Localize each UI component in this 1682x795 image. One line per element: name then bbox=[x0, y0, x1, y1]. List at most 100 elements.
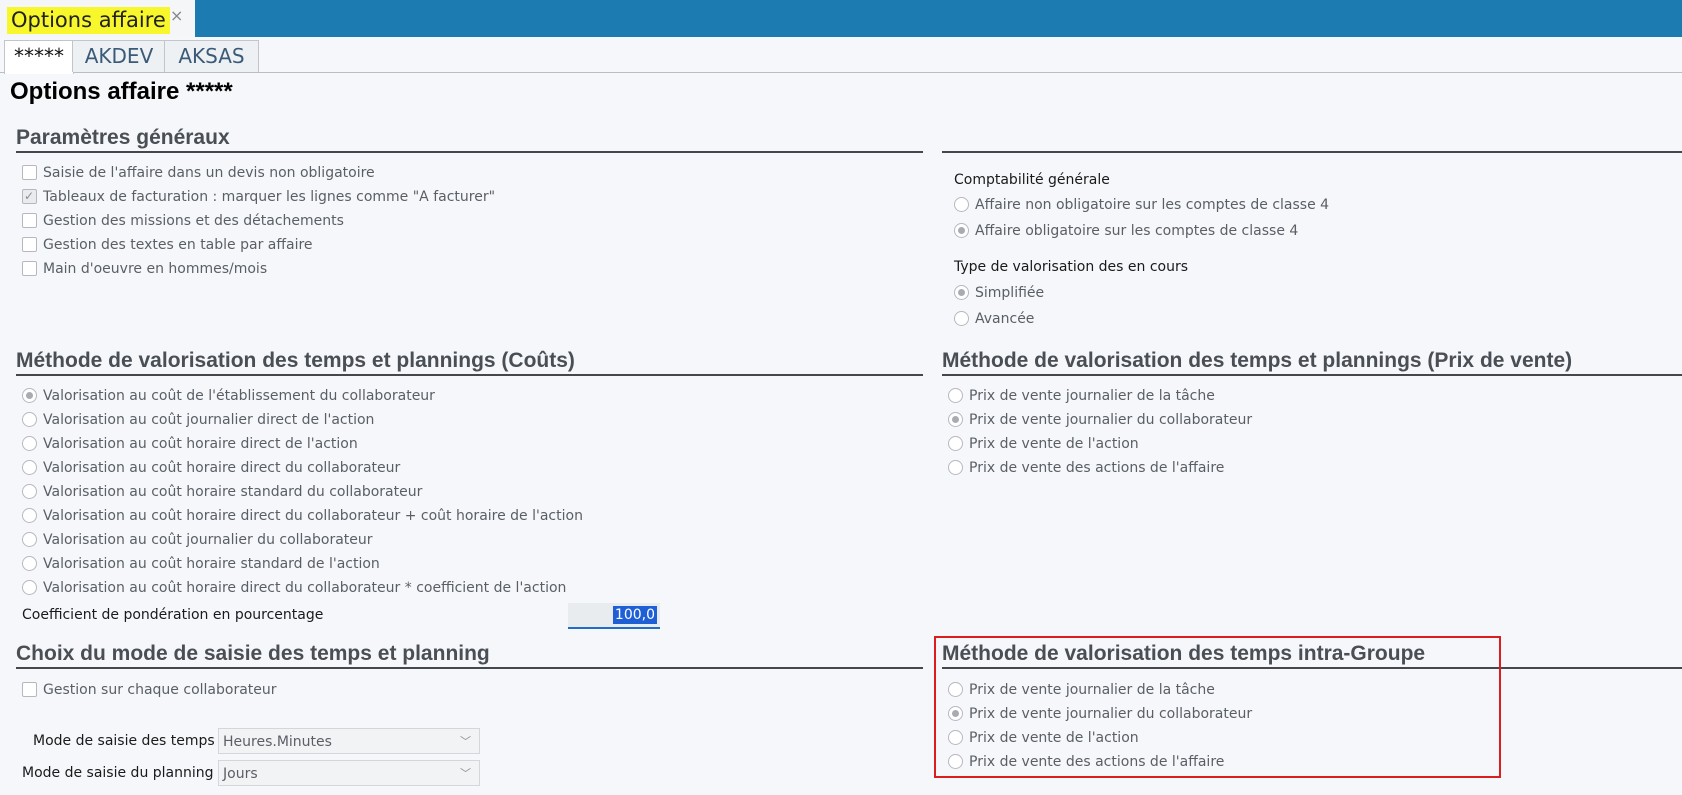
coefficient-label: Coefficient de pondération en pourcentag… bbox=[22, 607, 324, 623]
radio-row[interactable]: Simplifiée bbox=[954, 282, 1044, 304]
radio[interactable] bbox=[948, 435, 963, 451]
radio[interactable] bbox=[22, 483, 37, 499]
accounting-label: Comptabilité générale bbox=[954, 172, 1110, 188]
document-tab[interactable]: Options affaire × bbox=[0, 0, 195, 37]
radio-label: Avancée bbox=[975, 311, 1035, 327]
radio-selected[interactable] bbox=[948, 411, 963, 427]
radio-label: Prix de vente des actions de l'affaire bbox=[969, 460, 1225, 476]
checkbox-row[interactable]: Main d'oeuvre en hommes/mois bbox=[22, 258, 267, 280]
checkbox-label: Main d'oeuvre en hommes/mois bbox=[43, 261, 268, 277]
radio-label: Valorisation au coût horaire direct du c… bbox=[43, 460, 401, 476]
radio-selected[interactable] bbox=[22, 387, 37, 403]
section-divider bbox=[942, 151, 1682, 153]
section-title-sale-price: Méthode de valorisation des temps et pla… bbox=[942, 349, 1573, 372]
radio-row[interactable]: Prix de vente de l'action bbox=[948, 433, 1139, 455]
radio[interactable] bbox=[22, 531, 37, 547]
radio[interactable] bbox=[948, 459, 963, 475]
section-title-costs: Méthode de valorisation des temps et pla… bbox=[16, 349, 575, 372]
radio-row[interactable]: Avancée bbox=[954, 308, 1034, 330]
time-entry-select[interactable]: Heures.Minutes ﹀ bbox=[218, 728, 480, 754]
company-tabs: ***** AKDEV AKSAS bbox=[0, 38, 1682, 74]
document-tab-title[interactable]: Options affaire bbox=[7, 7, 170, 34]
radio-row[interactable]: Prix de vente des actions de l'affaire bbox=[948, 457, 1224, 479]
radio[interactable] bbox=[22, 555, 37, 571]
page-title: Options affaire ***** bbox=[10, 78, 233, 105]
chevron-down-icon: ﹀ bbox=[460, 735, 471, 748]
checkbox-row[interactable]: Gestion sur chaque collaborateur bbox=[22, 679, 277, 701]
radio[interactable] bbox=[954, 196, 969, 212]
title-bar bbox=[0, 0, 1682, 37]
radio-row[interactable]: Valorisation au coût horaire direct du c… bbox=[22, 457, 400, 479]
checkbox-row[interactable]: Saisie de l'affaire dans un devis non ob… bbox=[22, 162, 375, 184]
radio-row[interactable]: Prix de vente journalier de la tâche bbox=[948, 385, 1215, 407]
checkbox-label: Gestion des missions et des détachements bbox=[43, 213, 344, 229]
checkbox-label: Saisie de l'affaire dans un devis non ob… bbox=[43, 165, 375, 181]
radio-selected[interactable] bbox=[954, 222, 969, 238]
radio-row[interactable]: Valorisation au coût journalier du colla… bbox=[22, 529, 373, 551]
highlight-box bbox=[934, 636, 1501, 778]
wip-label: Type de valorisation des en cours bbox=[954, 259, 1189, 275]
radio-row[interactable]: Valorisation au coût horaire standard de… bbox=[22, 553, 380, 575]
checkbox-label: Tableaux de facturation : marquer les li… bbox=[43, 189, 496, 205]
radio-label: Valorisation au coût journalier direct d… bbox=[43, 412, 375, 428]
radio-label: Valorisation au coût horaire standard du… bbox=[43, 484, 423, 500]
radio-label: Prix de vente journalier de la tâche bbox=[969, 388, 1215, 404]
close-icon[interactable]: × bbox=[170, 6, 183, 25]
radio-label: Prix de vente journalier du collaborateu… bbox=[969, 412, 1253, 428]
checkbox-row[interactable]: Gestion des missions et des détachements bbox=[22, 210, 344, 232]
checkbox[interactable] bbox=[22, 212, 37, 228]
checkbox[interactable] bbox=[22, 164, 37, 180]
radio-row[interactable]: Prix de vente journalier du collaborateu… bbox=[948, 409, 1252, 431]
radio[interactable] bbox=[22, 507, 37, 523]
checkbox[interactable] bbox=[22, 236, 37, 252]
checkbox-row[interactable]: Tableaux de facturation : marquer les li… bbox=[22, 185, 496, 208]
radio-row[interactable]: Valorisation au coût horaire direct du c… bbox=[22, 577, 566, 599]
checkbox-row[interactable]: Gestion des textes en table par affaire bbox=[22, 234, 313, 256]
radio-row[interactable]: Valorisation au coût horaire standard du… bbox=[22, 481, 422, 503]
coefficient-input[interactable]: 100,0 bbox=[568, 603, 660, 629]
radio[interactable] bbox=[948, 387, 963, 403]
radio-label: Valorisation au coût horaire direct du c… bbox=[43, 580, 567, 596]
checkbox[interactable] bbox=[22, 260, 37, 276]
planning-entry-value: Jours bbox=[223, 766, 258, 782]
section-divider bbox=[16, 151, 923, 153]
radio-label: Valorisation au coût journalier du colla… bbox=[43, 532, 373, 548]
radio-selected[interactable] bbox=[954, 284, 969, 300]
chevron-down-icon: ﹀ bbox=[460, 767, 471, 780]
radio-row[interactable]: Valorisation au coût de l'établissement … bbox=[22, 385, 435, 407]
checkbox[interactable] bbox=[22, 681, 37, 697]
radio-row[interactable]: Valorisation au coût horaire direct du c… bbox=[22, 505, 583, 527]
coefficient-value: 100,0 bbox=[612, 606, 657, 624]
radio-row[interactable]: Affaire obligatoire sur les comptes de c… bbox=[954, 220, 1298, 242]
radio-label: Simplifiée bbox=[975, 285, 1045, 301]
radio-row[interactable]: Affaire non obligatoire sur les comptes … bbox=[954, 194, 1329, 216]
radio-label: Prix de vente de l'action bbox=[969, 436, 1139, 452]
radio[interactable] bbox=[22, 459, 37, 475]
tab-aksas[interactable]: AKSAS bbox=[164, 40, 259, 72]
radio-row[interactable]: Valorisation au coût journalier direct d… bbox=[22, 409, 374, 431]
planning-entry-label: Mode de saisie du planning bbox=[22, 765, 214, 781]
planning-entry-select[interactable]: Jours ﹀ bbox=[218, 760, 480, 786]
section-title-entry-mode: Choix du mode de saisie des temps et pla… bbox=[16, 642, 490, 665]
tab-akdev[interactable]: AKDEV bbox=[72, 40, 166, 72]
checkbox-label: Gestion sur chaque collaborateur bbox=[43, 682, 277, 698]
radio-label: Valorisation au coût horaire standard de… bbox=[43, 556, 380, 572]
section-title-general: Paramètres généraux bbox=[16, 126, 230, 149]
time-entry-value: Heures.Minutes bbox=[223, 734, 332, 750]
section-divider bbox=[942, 374, 1682, 376]
radio[interactable] bbox=[22, 411, 37, 427]
checkbox-checked[interactable] bbox=[22, 185, 37, 207]
radio[interactable] bbox=[954, 310, 969, 326]
radio[interactable] bbox=[22, 579, 37, 595]
radio[interactable] bbox=[22, 435, 37, 451]
radio-label: Valorisation au coût de l'établissement … bbox=[43, 388, 435, 404]
radio-row[interactable]: Valorisation au coût horaire direct de l… bbox=[22, 433, 358, 455]
radio-label: Valorisation au coût horaire direct de l… bbox=[43, 436, 358, 452]
radio-label: Affaire non obligatoire sur les comptes … bbox=[975, 197, 1330, 213]
section-divider bbox=[16, 374, 923, 376]
tab-stars[interactable]: ***** bbox=[4, 40, 74, 74]
section-divider bbox=[16, 667, 923, 669]
time-entry-label: Mode de saisie des temps bbox=[33, 733, 215, 749]
radio-label: Valorisation au coût horaire direct du c… bbox=[43, 508, 583, 524]
radio-label: Affaire obligatoire sur les comptes de c… bbox=[975, 223, 1299, 239]
